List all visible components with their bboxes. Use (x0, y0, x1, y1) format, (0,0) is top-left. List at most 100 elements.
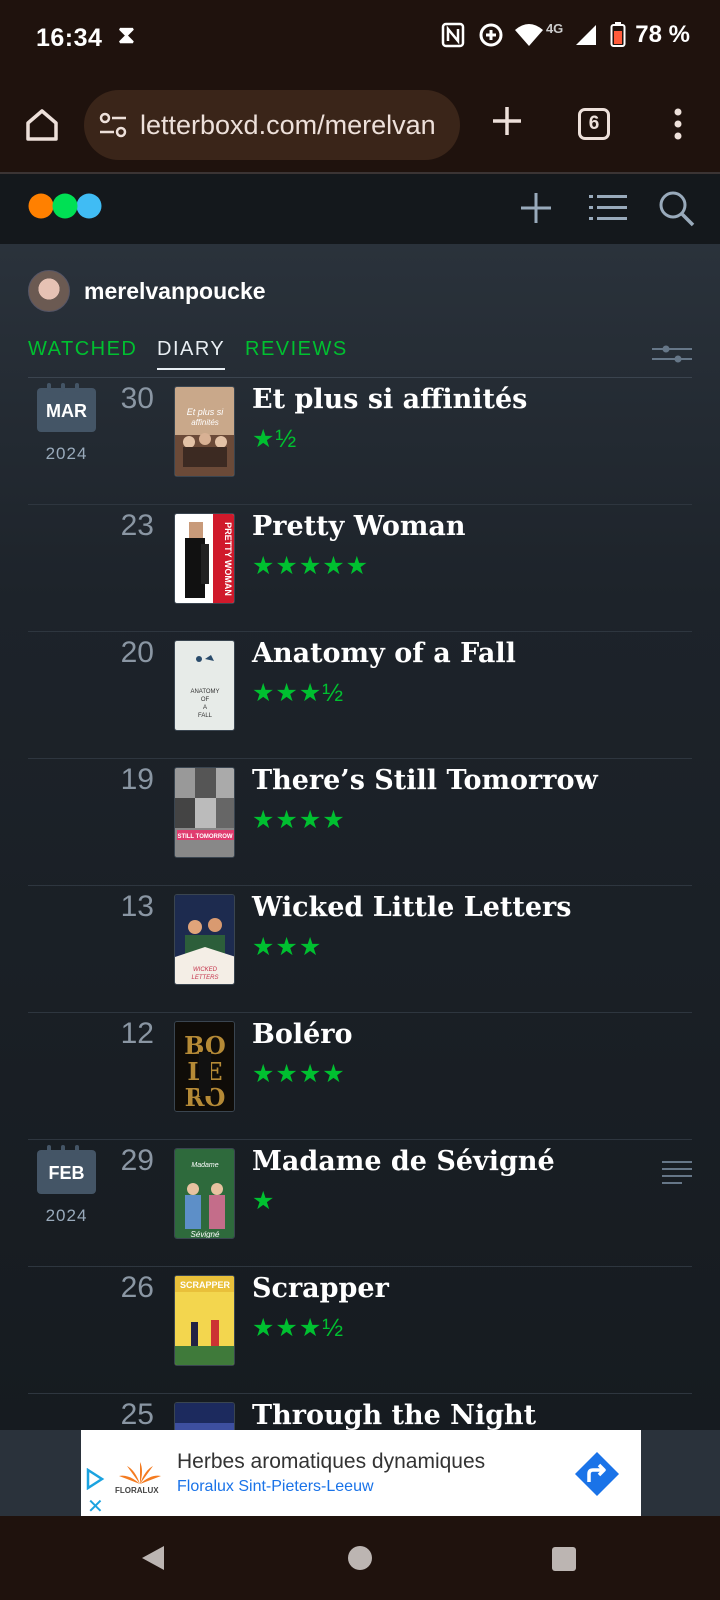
day-number[interactable]: 26 (100, 1271, 154, 1305)
tab-switcher-button[interactable]: 6 (578, 108, 610, 140)
svg-text:Sévigné: Sévigné (191, 1230, 220, 1239)
url-text: letterboxd.com/merelvan (140, 110, 436, 140)
signal-icon (571, 20, 601, 50)
film-poster[interactable] (174, 1402, 235, 1430)
film-title[interactable]: Wicked Little Letters (252, 892, 571, 923)
battery-percentage: 78 % (635, 21, 690, 48)
username[interactable]: merelvanpoucke (84, 278, 266, 305)
diary-entry[interactable]: 19 STILL TOMORROW There’s Still Tomorrow… (0, 759, 720, 886)
film-title[interactable]: Boléro (252, 1019, 353, 1050)
ad-banner-container: ✕ FLORALUX Herbes aromatiques dynamiques… (0, 1430, 720, 1518)
film-poster[interactable]: STILL TOMORROW (174, 767, 235, 858)
recents-icon[interactable] (552, 1547, 576, 1571)
film-poster[interactable]: SCRAPPER (174, 1275, 235, 1366)
ad-headline[interactable]: Herbes aromatiques dynamiques (177, 1450, 485, 1474)
avatar[interactable] (28, 270, 70, 312)
svg-text:ANATOMY: ANATOMY (190, 689, 219, 695)
film-poster[interactable]: ANATOMY OF A FALL (174, 640, 235, 731)
film-title[interactable]: Madame de Sévigné (252, 1146, 555, 1177)
film-title[interactable]: Et plus si affinités (252, 384, 527, 415)
diary-entry[interactable]: 20 ANATOMY OF A FALL Anatomy of a Fall ★★★½ (0, 632, 720, 759)
diary-entry[interactable]: 25 Through the Night (0, 1394, 720, 1430)
profile-tabs: WATCHED DIARY REVIEWS (28, 338, 692, 378)
ad-subline[interactable]: Floralux Sint-Pieters-Leeuw (177, 1478, 374, 1496)
svg-text:Madame: Madame (191, 1162, 218, 1169)
day-number[interactable]: 25 (100, 1398, 154, 1430)
tab-diary[interactable]: DIARY (157, 338, 226, 370)
home-icon[interactable] (22, 105, 62, 145)
letterboxd-logo-icon[interactable] (28, 191, 102, 221)
year-label: 2024 (45, 1206, 88, 1225)
search-icon[interactable] (656, 188, 696, 228)
review-text-icon[interactable] (662, 1160, 692, 1184)
film-poster[interactable]: Madame Sévigné (174, 1148, 235, 1239)
film-poster[interactable]: Et plus si affinités (174, 386, 235, 477)
home-button-icon[interactable] (348, 1546, 372, 1570)
film-poster[interactable]: PRETTY WOMAN (174, 513, 235, 604)
film-poster[interactable]: WICKED LETTERS (174, 894, 235, 985)
svg-text:STILL TOMORROW: STILL TOMORROW (177, 834, 232, 840)
tab-reviews[interactable]: REVIEWS (245, 338, 348, 361)
diary-entry[interactable]: 13 WICKED LETTERS Wicked Little Letters ★… (0, 886, 720, 1013)
film-title[interactable]: Scrapper (252, 1273, 389, 1304)
status-bar: 16:34 ⧗ 4G 78 % (0, 0, 720, 78)
hourglass-icon: ⧗ (118, 22, 135, 49)
wifi-icon (514, 20, 544, 50)
browser-toolbar: letterboxd.com/merelvan 6 (0, 78, 720, 174)
star-rating: ★ (252, 1187, 276, 1215)
year-label: 2024 (45, 444, 88, 463)
more-options-icon[interactable] (662, 104, 694, 144)
star-rating: ★★★½ (252, 1314, 345, 1342)
diary-entry[interactable]: 12 BOLERO Boléro ★★★★ (0, 1013, 720, 1140)
diary-entry[interactable]: FEB 2024 29 Madame Sévigné Madame de Sévi… (0, 1140, 720, 1267)
film-title[interactable]: Through the Night (252, 1400, 536, 1430)
system-nav-bar (0, 1516, 720, 1600)
ad-banner[interactable]: ✕ FLORALUX Herbes aromatiques dynamiques… (81, 1430, 641, 1518)
network-type: 4G (545, 20, 564, 36)
svg-text:Et plus si: Et plus si (187, 407, 225, 417)
status-time: 16:34 (36, 24, 103, 52)
svg-text:affinités: affinités (191, 418, 219, 427)
site-header (0, 174, 720, 244)
nfc-icon (438, 20, 468, 50)
site-settings-icon[interactable] (98, 111, 128, 139)
adchoices-icon[interactable] (85, 1467, 105, 1491)
diary-list: MAR 2024 30 Et plus si affinités Et plus … (0, 378, 720, 1430)
diary-entry[interactable]: 26 SCRAPPER Scrapper ★★★½ (0, 1267, 720, 1394)
data-saver-icon (476, 20, 506, 50)
profile-header[interactable]: merelvanpoucke (28, 270, 266, 312)
filter-sliders-icon[interactable] (652, 342, 692, 366)
diary-entry[interactable]: 23 PRETTY WOMAN Pretty Woman ★★★★★ (0, 505, 720, 632)
directions-icon[interactable] (573, 1450, 621, 1498)
star-rating: ★★★½ (252, 679, 345, 707)
svg-text:PRETTY WOMAN: PRETTY WOMAN (223, 522, 233, 596)
film-title[interactable]: Pretty Woman (252, 511, 466, 542)
day-number[interactable]: 19 (100, 763, 154, 797)
film-title[interactable]: Anatomy of a Fall (252, 638, 516, 669)
star-rating: ★½ (252, 425, 298, 453)
tab-watched[interactable]: WATCHED (28, 338, 137, 361)
star-rating: ★★★★★ (252, 552, 370, 580)
svg-text:FALL: FALL (198, 713, 213, 719)
day-number[interactable]: 20 (100, 636, 154, 670)
svg-text:WICKED: WICKED (193, 967, 218, 973)
new-tab-icon[interactable] (490, 104, 524, 138)
svg-text:LETTERS: LETTERS (191, 975, 218, 981)
day-number[interactable]: 30 (100, 382, 154, 416)
day-number[interactable]: 13 (100, 890, 154, 924)
film-poster[interactable]: BOLERO (174, 1021, 235, 1112)
back-icon[interactable] (140, 1544, 166, 1577)
address-bar[interactable]: letterboxd.com/merelvan (84, 90, 460, 160)
diary-entry[interactable]: MAR 2024 30 Et plus si affinités Et plus … (0, 378, 720, 505)
star-rating: ★★★★ (252, 1060, 346, 1088)
film-title[interactable]: There’s Still Tomorrow (252, 765, 598, 796)
day-number[interactable]: 12 (100, 1017, 154, 1051)
svg-text:OF: OF (201, 697, 210, 703)
add-icon[interactable] (518, 190, 554, 226)
star-rating: ★★★ (252, 933, 323, 961)
day-number[interactable]: 23 (100, 509, 154, 543)
menu-icon[interactable] (588, 192, 628, 224)
battery-icon (609, 20, 627, 50)
day-number[interactable]: 29 (100, 1144, 154, 1178)
month-calendar-badge: MAR (37, 383, 96, 432)
